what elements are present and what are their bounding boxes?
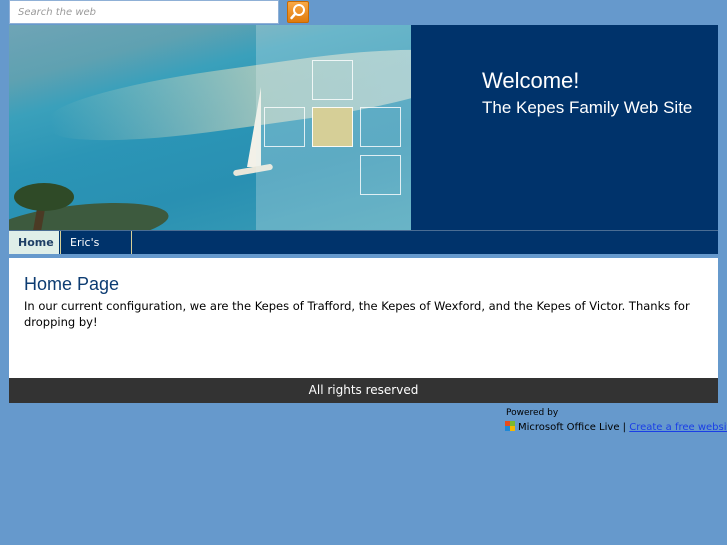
main-content: Home Page In our current configuration, … bbox=[9, 258, 718, 378]
powered-by-row: Microsoft Office Live | Create a free we… bbox=[505, 421, 727, 433]
search-bar bbox=[9, 0, 309, 24]
page-body-text: In our current configuration, we are the… bbox=[24, 299, 690, 329]
footer: All rights reserved bbox=[9, 378, 718, 403]
welcome-heading: Welcome! bbox=[482, 68, 580, 93]
create-website-link[interactable]: Create a free website bbox=[629, 422, 727, 433]
search-button[interactable] bbox=[287, 1, 309, 23]
header-banner: Welcome! The Kepes Family Web Site bbox=[9, 25, 718, 230]
decorative-overlay bbox=[256, 25, 411, 230]
powered-by-label: Powered by bbox=[506, 408, 559, 418]
search-input[interactable] bbox=[9, 0, 279, 24]
main-nav: Home Eric's Blog bbox=[9, 230, 718, 272]
nav-item-home[interactable]: Home bbox=[9, 231, 59, 254]
powered-separator: | bbox=[622, 422, 627, 433]
header-photo bbox=[9, 25, 411, 230]
page-title: Home Page bbox=[24, 274, 120, 294]
footer-text: All rights reserved bbox=[308, 383, 419, 397]
nav-item-erics-blog[interactable]: Eric's Blog bbox=[60, 231, 132, 272]
search-icon bbox=[290, 4, 305, 20]
site-title: The Kepes Family Web Site bbox=[482, 98, 693, 117]
office-live-name: Microsoft Office Live bbox=[518, 422, 620, 433]
office-logo-icon bbox=[505, 421, 515, 431]
